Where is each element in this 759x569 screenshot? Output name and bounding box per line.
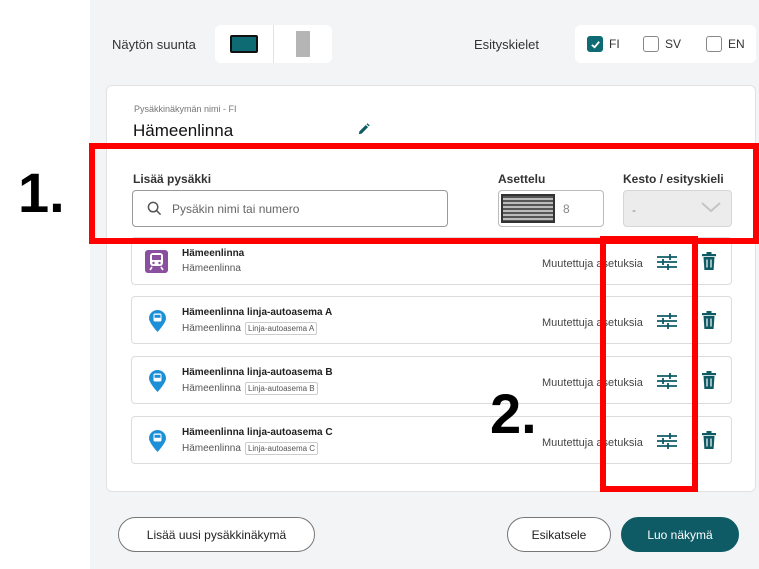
view-name: Hämeenlinna: [133, 121, 234, 140]
bus-stop-icon: [149, 310, 166, 332]
landscape-screen-icon: [230, 35, 258, 53]
languages-label: Esityskielet: [474, 37, 540, 52]
checkbox-unchecked-icon: [706, 36, 722, 52]
municipality-text: Hämeenlinna: [182, 443, 241, 454]
preview-button[interactable]: Esikatsele: [507, 517, 611, 552]
orientation-label: Näytön suunta: [112, 37, 196, 52]
stop-municipality: Hämeenlinna Linja-autoasema C: [182, 442, 319, 455]
trash-icon[interactable]: [701, 431, 717, 449]
stop-name: Hämeenlinna: [182, 248, 245, 259]
stop-municipality: Hämeenlinna Linja-autoasema B: [182, 382, 318, 395]
trash-icon[interactable]: [701, 252, 717, 270]
portrait-button[interactable]: [273, 25, 331, 63]
language-code: SV: [665, 37, 682, 51]
municipality-text: Hämeenlinna: [182, 263, 241, 274]
bus-stop-icon: [149, 370, 166, 392]
language-options: FI SV EN: [575, 25, 756, 63]
stop-municipality: Hämeenlinna Linja-autoasema A: [182, 322, 318, 335]
stop-municipality: Hämeenlinna: [182, 263, 241, 274]
checkbox-checked-icon: [587, 36, 603, 52]
portrait-screen-icon: [295, 31, 310, 57]
language-checkbox-en[interactable]: EN: [706, 36, 745, 52]
trash-icon[interactable]: [701, 371, 717, 389]
annotation-box-1: [89, 143, 759, 244]
stop-platform-tag: Linja-autoasema C: [244, 442, 319, 455]
annotation-label-1: 1.: [18, 161, 65, 224]
trash-icon[interactable]: [701, 311, 717, 329]
stop-platform-tag: Linja-autoasema B: [244, 382, 318, 395]
stop-name: Hämeenlinna linja-autoasema A: [182, 307, 333, 318]
train-icon: [145, 250, 168, 273]
language-checkbox-fi[interactable]: FI: [587, 36, 620, 52]
language-checkbox-sv[interactable]: SV: [643, 36, 681, 52]
municipality-text: Hämeenlinna: [182, 383, 241, 394]
checkbox-unchecked-icon: [643, 36, 659, 52]
municipality-text: Hämeenlinna: [182, 323, 241, 334]
create-view-button[interactable]: Luo näkymä: [621, 517, 739, 552]
bus-stop-icon: [149, 430, 166, 452]
language-code: EN: [728, 37, 745, 51]
stop-platform-tag: Linja-autoasema A: [244, 322, 318, 335]
annotation-box-2: [600, 236, 698, 492]
stop-name: Hämeenlinna linja-autoasema C: [182, 427, 333, 438]
stop-name: Hämeenlinna linja-autoasema B: [182, 367, 333, 378]
language-code: FI: [609, 37, 620, 51]
pencil-icon[interactable]: [357, 123, 370, 136]
add-stop-view-button[interactable]: Lisää uusi pysäkkinäkymä: [118, 517, 315, 552]
orientation-toggle: [215, 25, 332, 63]
view-name-caption: Pysäkkinäkymän nimi - FI: [134, 104, 237, 114]
landscape-button[interactable]: [215, 25, 273, 63]
annotation-label-2: 2.: [490, 382, 537, 445]
